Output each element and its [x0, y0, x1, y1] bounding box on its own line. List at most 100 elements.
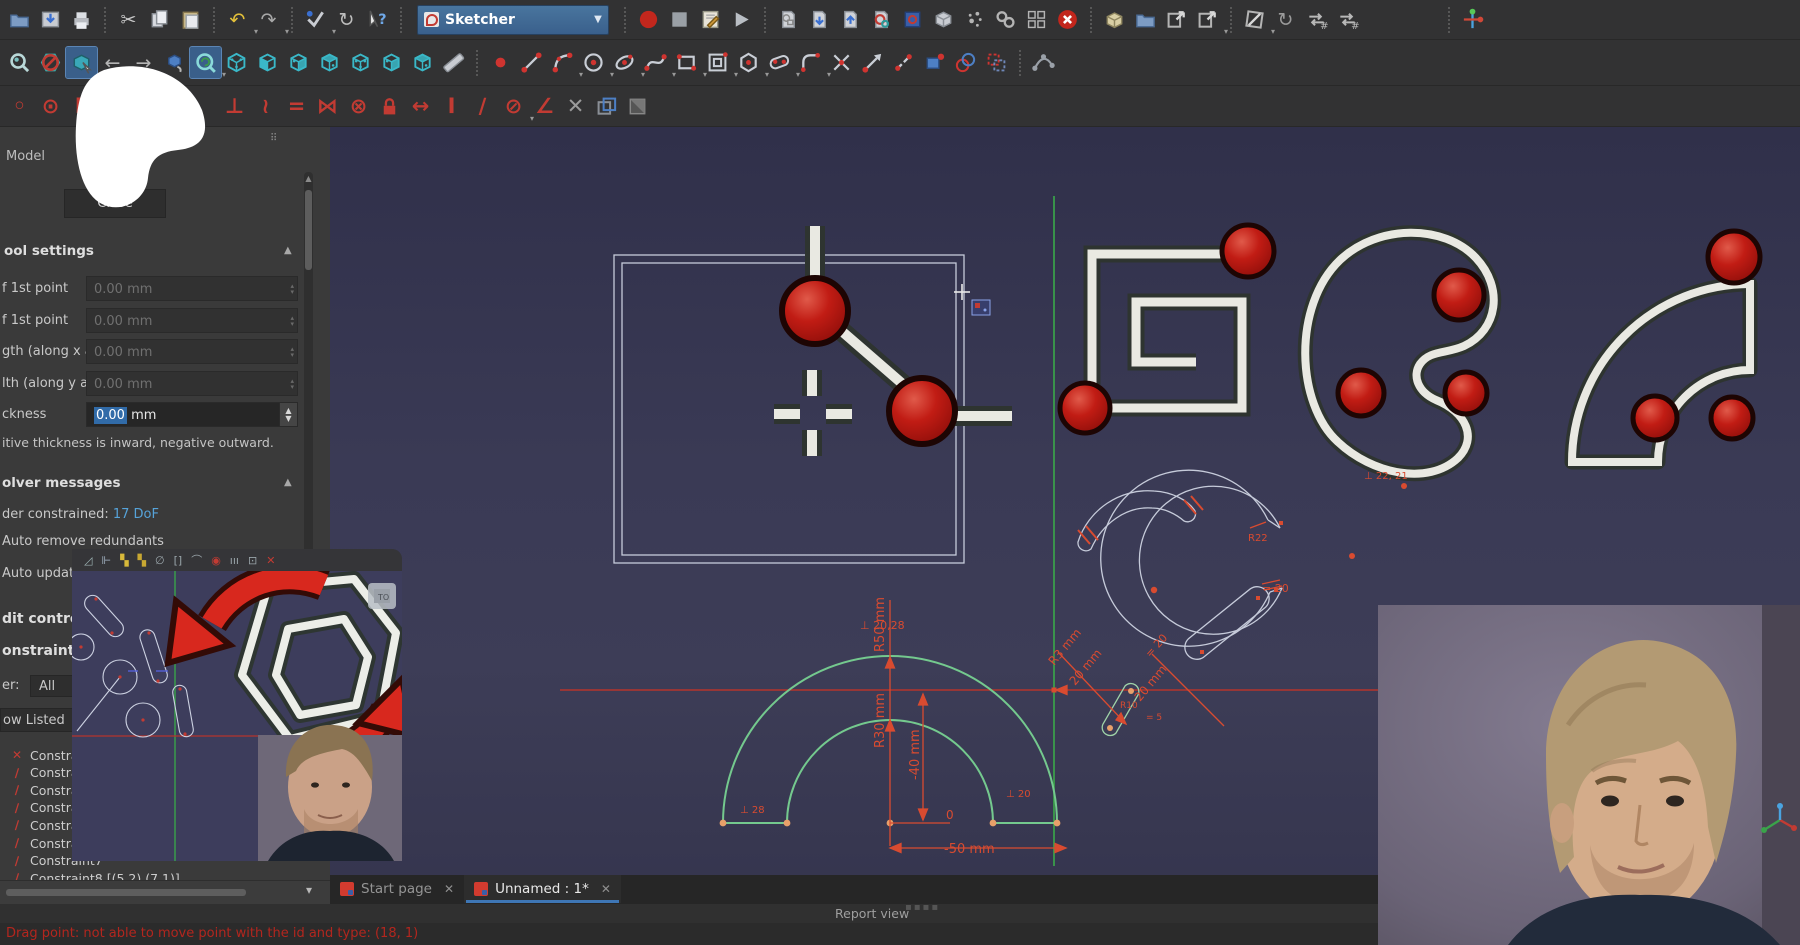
- pip-navigation-cube[interactable]: TO: [368, 583, 396, 609]
- create-slot-icon[interactable]: ▾: [764, 47, 795, 78]
- section-constraints[interactable]: onstraints: [2, 643, 83, 659]
- constraint-point-on-object-icon[interactable]: Γ: [66, 91, 97, 122]
- extend-edge-icon[interactable]: [857, 47, 888, 78]
- view-left-icon[interactable]: [407, 47, 438, 78]
- parameter-input[interactable]: 0.00 mm▴▾: [86, 308, 298, 333]
- redo-icon[interactable]: ↷▾: [253, 4, 284, 35]
- split-edge-icon[interactable]: [888, 47, 919, 78]
- dimension-label[interactable]: R50 mm: [873, 597, 888, 652]
- trim-edge-icon[interactable]: [826, 47, 857, 78]
- auto-remove-redundants[interactable]: Auto remove redundants: [2, 534, 164, 549]
- sketch-doc-icon[interactable]: [773, 4, 804, 35]
- parameter-input[interactable]: 0.00 mm▴▾: [86, 276, 298, 301]
- cut-icon[interactable]: ✂: [113, 4, 144, 35]
- constraint-symmetric-icon[interactable]: ⋈: [312, 91, 343, 122]
- macro-play-icon[interactable]: [726, 4, 757, 35]
- bspline-tools-icon[interactable]: [1028, 47, 1059, 78]
- merge-sketches-icon[interactable]: [990, 4, 1021, 35]
- mirror-sketch-icon[interactable]: [1021, 4, 1052, 35]
- nav-forward-icon[interactable]: →: [128, 47, 159, 78]
- dimension-label[interactable]: = 20: [1262, 582, 1289, 595]
- tab-start-page[interactable]: Start page ✕: [330, 875, 464, 903]
- dimension-label[interactable]: -40 mm: [908, 729, 923, 780]
- select-elements-icon[interactable]: [981, 47, 1012, 78]
- box-selection-icon[interactable]: [66, 47, 97, 78]
- view-bottom-icon[interactable]: [376, 47, 407, 78]
- show-listed-dropdown[interactable]: ow Listed: [0, 708, 74, 732]
- report-view-title[interactable]: Report view: [835, 906, 909, 921]
- view-section-icon[interactable]: [928, 4, 959, 35]
- collapse-chevron-icon[interactable]: ▲: [284, 245, 292, 256]
- carbon-copy-icon[interactable]: [950, 47, 981, 78]
- validate-icon[interactable]: ▾: [300, 4, 331, 35]
- section-tool-settings[interactable]: ool settings: [4, 243, 94, 259]
- rotate-view-icon[interactable]: ↻: [1270, 4, 1301, 35]
- chevron-down-icon[interactable]: ▼: [588, 14, 608, 25]
- dof-link[interactable]: 17 DoF: [113, 507, 159, 522]
- macro-edit-icon[interactable]: [695, 4, 726, 35]
- view-axonometric-icon[interactable]: [221, 47, 252, 78]
- macro-stop-icon[interactable]: [664, 4, 695, 35]
- horizontal-scrollbar[interactable]: [6, 889, 246, 896]
- constraint-distance-x-icon[interactable]: ↔: [405, 91, 436, 122]
- constraint-angle-icon[interactable]: ∠: [529, 91, 560, 122]
- dimension-label[interactable]: R3 mm: [1046, 626, 1084, 668]
- close-tab-icon[interactable]: ✕: [444, 882, 454, 896]
- axis-cross-icon[interactable]: [1457, 4, 1488, 35]
- open-file-icon[interactable]: [4, 4, 35, 35]
- parameter-input[interactable]: 0.00 mm▲▼: [86, 402, 298, 427]
- tab-unnamed-document[interactable]: Unnamed : 1* ✕: [464, 875, 621, 903]
- constraint-coincident-icon[interactable]: ⊙: [35, 91, 66, 122]
- dimension-label[interactable]: ⊥ 22, 21: [1364, 471, 1408, 482]
- dimension-label[interactable]: 0: [946, 808, 954, 822]
- sketch-arc-slot[interactable]: [1078, 491, 1196, 551]
- dimension-label[interactable]: R10: [1120, 701, 1138, 711]
- constraint-perpendicular-icon[interactable]: ⊥: [219, 91, 250, 122]
- view-rear-icon[interactable]: [345, 47, 376, 78]
- constraint-snell-icon[interactable]: ✕: [560, 91, 591, 122]
- undo-icon[interactable]: ↶▾: [222, 4, 253, 35]
- link-navigate-icon[interactable]: ▾: [159, 47, 190, 78]
- part-icon[interactable]: [1099, 4, 1130, 35]
- dimension-label[interactable]: ⊥ 28: [740, 805, 765, 816]
- map-sketch-icon[interactable]: [897, 4, 928, 35]
- chevron-down-icon[interactable]: ▾: [306, 883, 312, 897]
- swap-params-icon[interactable]: #: [1301, 4, 1332, 35]
- spinner-arrows-icon[interactable]: ▲▼: [279, 403, 297, 426]
- macro-record-icon[interactable]: [633, 4, 664, 35]
- auto-update[interactable]: Auto updat: [2, 566, 74, 581]
- edit-placement-icon[interactable]: ▾: [1239, 4, 1270, 35]
- constraint-block-icon[interactable]: ⊗: [343, 91, 374, 122]
- close-tab-icon[interactable]: ✕: [601, 882, 611, 896]
- tab-model[interactable]: Model: [6, 149, 45, 164]
- section-solver-messages[interactable]: olver messages: [2, 475, 120, 491]
- constraint-list-item[interactable]: ∕Constraint8 [(5,2),(7,1)]: [0, 869, 330, 880]
- whats-this-icon[interactable]: ?: [362, 4, 393, 35]
- constraint-distance-icon[interactable]: ∕: [467, 91, 498, 122]
- export-alt-icon[interactable]: ▾: [1192, 4, 1223, 35]
- remove-redundancy-icon[interactable]: [959, 4, 990, 35]
- export-sketch-icon[interactable]: [835, 4, 866, 35]
- create-fillet-icon[interactable]: ▾: [795, 47, 826, 78]
- fit-all-icon[interactable]: ▾: [190, 47, 221, 78]
- create-point-icon[interactable]: [485, 47, 516, 78]
- constraint-diameter-icon[interactable]: ⊘▾: [498, 91, 529, 122]
- create-conic-icon[interactable]: ▾: [609, 47, 640, 78]
- constraint-equal-icon[interactable]: =: [281, 91, 312, 122]
- measure-icon[interactable]: [438, 47, 469, 78]
- constraint-distance-y-icon[interactable]: Ι: [436, 91, 467, 122]
- zoom-icon[interactable]: [4, 47, 35, 78]
- constraint-lock-icon[interactable]: [374, 91, 405, 122]
- create-rectangle-icon[interactable]: ▾: [671, 47, 702, 78]
- copy-icon[interactable]: [144, 4, 175, 35]
- create-bspline-icon[interactable]: ▾: [640, 47, 671, 78]
- save-icon[interactable]: [35, 4, 66, 35]
- print-icon[interactable]: [66, 4, 97, 35]
- parameter-input[interactable]: 0.00 mm▴▾: [86, 339, 298, 364]
- dimension-label[interactable]: R22: [1248, 533, 1268, 544]
- group-icon[interactable]: [1130, 4, 1161, 35]
- view-front-icon[interactable]: [252, 47, 283, 78]
- dimension-label[interactable]: = 5: [1146, 713, 1162, 723]
- validate-sketch-icon[interactable]: [866, 4, 897, 35]
- constraint-tangent-icon[interactable]: ≀: [250, 91, 281, 122]
